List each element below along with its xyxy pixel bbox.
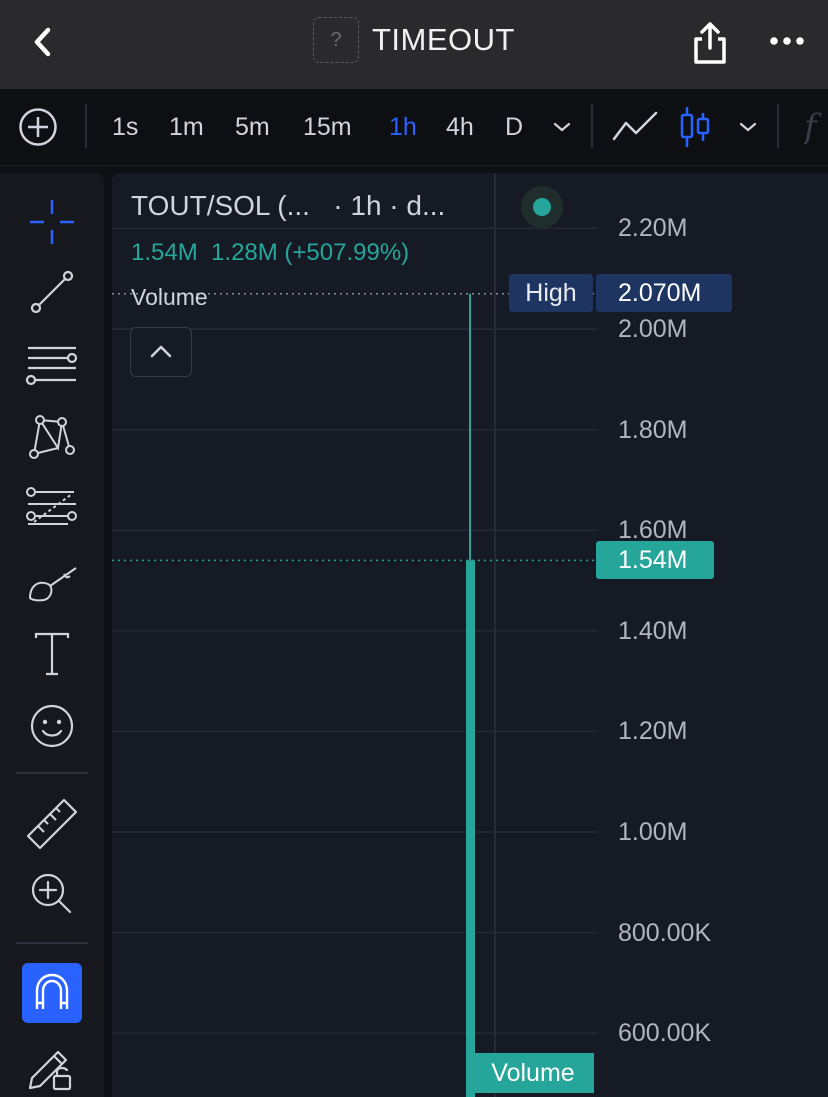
toolbar-divider	[591, 104, 593, 148]
plus-circle-icon	[19, 108, 57, 146]
fib-retracement-tool[interactable]	[24, 482, 80, 538]
share-button[interactable]	[690, 20, 730, 66]
zoom-in-icon	[31, 873, 72, 914]
high-label-tag: High	[509, 274, 593, 312]
sidebar-divider	[16, 942, 88, 944]
more-horizontal-icon	[770, 37, 804, 45]
y-tick-label: 1.00M	[618, 818, 688, 846]
trend-line-icon	[30, 270, 74, 314]
y-tick-label: 2.00M	[618, 315, 688, 343]
timeframe-1s[interactable]: 1s	[112, 111, 138, 143]
indicators-fx-icon[interactable]: f	[804, 107, 828, 147]
brush-tool[interactable]	[24, 556, 80, 612]
sidebar-divider	[16, 772, 88, 774]
y-tick-label: 1.40M	[618, 616, 688, 645]
chart-legend-title[interactable]: TOUT/SOL (... · 1h · d...	[131, 186, 445, 226]
chevron-down-icon	[739, 122, 757, 132]
timeframe-5m[interactable]: 5m	[235, 111, 270, 143]
chevron-down-icon	[553, 122, 571, 132]
fib-retracement-icon	[26, 487, 77, 525]
pattern-icon	[29, 415, 75, 459]
last-price-tag: 1.54M	[596, 541, 714, 579]
timeframe-15m[interactable]: 15m	[303, 111, 352, 143]
y-tick-label: 2.20M	[618, 214, 688, 243]
collapse-legend-button[interactable]	[130, 327, 192, 377]
chart-toolbar: 1s 1m 5m 15m 1h 4h D f	[0, 89, 828, 166]
lock-drawings-tool[interactable]	[24, 1038, 80, 1094]
text-icon	[34, 632, 70, 676]
timeframe-1h[interactable]: 1h	[389, 111, 417, 143]
brush-icon	[28, 567, 77, 602]
y-tick-label: 1.20M	[618, 717, 688, 746]
chevron-left-icon	[34, 27, 51, 57]
legend-change: 1.28M (+507.99%)	[211, 239, 410, 266]
share-icon	[694, 22, 726, 64]
crosshair-tool[interactable]	[24, 194, 80, 250]
magnet-icon	[35, 973, 69, 1009]
high-price-tag: 2.070M	[596, 274, 732, 312]
market-status-dot[interactable]	[521, 186, 563, 228]
chart-legend-values: 1.54M 1.28M (+507.99%)	[131, 236, 409, 270]
interval-dropdown[interactable]	[550, 115, 574, 139]
token-avatar: ?	[313, 17, 359, 63]
page-title: TIMEOUT	[372, 22, 515, 57]
measure-tool[interactable]	[24, 796, 80, 852]
back-button[interactable]	[28, 22, 62, 62]
more-button[interactable]	[766, 28, 808, 54]
timeframe-4h[interactable]: 4h	[446, 111, 474, 143]
ruler-icon	[26, 798, 78, 850]
chart-type-line-button[interactable]	[612, 109, 658, 145]
y-tick-label: 800.00K	[618, 918, 712, 947]
horizontal-lines-tool[interactable]	[24, 340, 80, 396]
text-tool[interactable]	[24, 626, 80, 682]
pattern-tool[interactable]	[24, 408, 80, 464]
magnet-mode-button[interactable]	[22, 963, 82, 1023]
volume-bar	[466, 560, 475, 1097]
symbol-meta: · 1h · d...	[333, 190, 446, 221]
toolbar-divider	[85, 104, 87, 148]
y-tick-label: 600.00K	[618, 1019, 712, 1048]
emoji-icon	[30, 704, 74, 748]
lock-drawings-icon	[28, 1050, 72, 1091]
chart-type-candles-button[interactable]	[678, 103, 712, 151]
emoji-tool[interactable]	[24, 698, 80, 754]
trend-line-tool[interactable]	[24, 264, 80, 320]
timeframe-1m[interactable]: 1m	[169, 111, 204, 143]
chart-type-dropdown[interactable]	[736, 115, 760, 139]
volume-series-tag: Volume	[472, 1053, 594, 1093]
legend-last-value: 1.54M	[131, 239, 198, 266]
y-tick-label: 1.80M	[618, 415, 688, 444]
crosshair-icon	[30, 200, 74, 244]
line-chart-icon	[612, 111, 658, 141]
zoom-in-tool[interactable]	[24, 866, 80, 922]
chevron-up-icon	[150, 345, 172, 358]
volume-indicator-label[interactable]: Volume	[131, 282, 208, 312]
timeframe-d[interactable]: D	[505, 111, 523, 143]
add-indicator-button[interactable]	[18, 107, 58, 147]
horizontal-lines-icon	[25, 346, 78, 386]
symbol-name: TOUT/SOL (...	[131, 190, 310, 221]
toolbar-divider	[777, 104, 779, 148]
candlestick-icon	[680, 107, 710, 147]
